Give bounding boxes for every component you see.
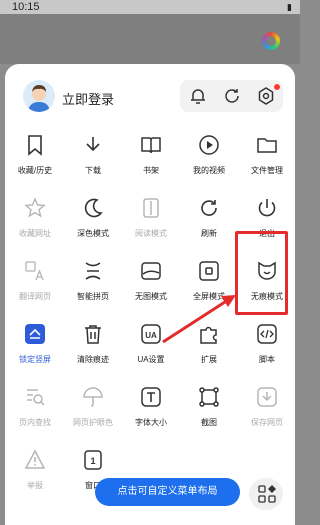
menu-item-label: 页内查找 (19, 418, 51, 427)
menu-item-download[interactable]: 下载 (63, 122, 121, 182)
refresh-arrow-icon[interactable] (222, 86, 242, 106)
menu-item-label: 下载 (85, 166, 101, 175)
grid-layout-icon (258, 485, 276, 503)
customize-layout-button[interactable]: 点击可自定义菜单布局 (95, 478, 240, 506)
trash-icon (85, 325, 101, 344)
moon-icon (84, 198, 103, 218)
menu-header: 立即登录 (5, 64, 295, 124)
merge-page-icon (85, 262, 101, 280)
menu-item-label: 我的视频 (193, 166, 225, 175)
menu-item-label: 文件管理 (251, 166, 283, 175)
header-actions (180, 80, 283, 112)
menu-item-folder[interactable]: 文件管理 (237, 122, 295, 182)
menu-item-save-page[interactable]: 保存网页 (237, 374, 295, 434)
browser-background (0, 14, 300, 64)
svg-text:1: 1 (90, 456, 95, 466)
folder-icon (257, 138, 277, 153)
menu-item-label: 收藏网址 (19, 229, 51, 238)
menu-item-label: 字体大小 (135, 418, 167, 427)
menu-item-fullscreen[interactable]: 全屏模式 (179, 248, 237, 308)
window-icon: 1 (84, 450, 102, 470)
menu-item-label: 脚本 (259, 355, 275, 364)
download-icon (86, 137, 100, 152)
play-icon (199, 135, 219, 155)
menu-item-label: 无图模式 (135, 292, 167, 301)
menu-item-screenshot[interactable]: 截图 (179, 374, 237, 434)
save-page-icon (257, 387, 277, 407)
menu-item-label: 智能拼页 (77, 292, 109, 301)
menu-item-play[interactable]: 我的视频 (179, 122, 237, 182)
notification-dot (274, 84, 280, 90)
menu-item-moon[interactable]: 深色模式 (63, 185, 121, 245)
menu-item-label: 深色模式 (77, 229, 109, 238)
layout-grid-button[interactable] (249, 478, 283, 510)
menu-item-trash[interactable]: 清除痕迹 (63, 311, 121, 371)
book-icon (141, 137, 161, 154)
menu-item-script[interactable]: 脚本 (237, 311, 295, 371)
menu-item-label: 网页护眼色 (73, 418, 113, 427)
menu-item-umbrella[interactable]: 网页护眼色 (63, 374, 121, 434)
menu-item-book[interactable]: 书架 (121, 122, 179, 182)
power-icon (258, 199, 276, 217)
star-icon (24, 197, 46, 218)
menu-item-label: 清除痕迹 (77, 355, 109, 364)
menu-item-lock-portrait[interactable]: 锁定竖屏 (5, 311, 63, 371)
menu-item-font-size[interactable]: 字体大小 (121, 374, 179, 434)
screenshot-icon (199, 387, 219, 407)
font-size-icon (141, 387, 161, 407)
menu-item-label: 扩展 (201, 355, 217, 364)
menu-item-label: 阅读模式 (135, 229, 167, 238)
menu-item-ua[interactable]: UA UA设置 (121, 311, 179, 371)
translate-icon (25, 261, 44, 281)
find-in-page-icon (27, 389, 45, 406)
menu-item-puzzle[interactable]: 扩展 (179, 311, 237, 371)
menu-item-merge-page[interactable]: 智能拼页 (63, 248, 121, 308)
menu-item-label: 刷新 (201, 229, 217, 238)
login-link[interactable]: 立即登录 (62, 89, 114, 108)
menu-item-find-in-page[interactable]: 页内查找 (5, 374, 63, 434)
menu-item-label: 全屏模式 (193, 292, 225, 301)
menu-item-label: UA设置 (137, 355, 165, 364)
ua-icon: UA (141, 324, 161, 344)
menu-item-label: 翻译网页 (19, 292, 51, 301)
menu-item-no-image[interactable]: 无图模式 (121, 248, 179, 308)
no-image-icon (141, 262, 161, 280)
menu-item-reader[interactable]: 阅读模式 (121, 185, 179, 245)
menu-item-refresh[interactable]: 刷新 (179, 185, 237, 245)
menu-item-translate[interactable]: 翻译网页 (5, 248, 63, 308)
battery-icon: ▮ (287, 2, 292, 12)
menu-item-label: 书架 (143, 166, 159, 175)
umbrella-icon (83, 387, 103, 407)
svg-text:UA: UA (145, 331, 157, 340)
menu-sheet: 立即登录 收藏/历史 下载 书架 我的视频 文件管理 收藏网址 深色模式 阅读模式 刷新 退出 翻译… (5, 64, 295, 525)
avatar[interactable] (23, 80, 55, 112)
menu-item-report[interactable]: 举报 (5, 437, 63, 497)
report-icon (24, 449, 46, 469)
fullscreen-icon (199, 261, 219, 281)
highlight-box (235, 231, 288, 315)
menu-item-label: 截图 (201, 418, 217, 427)
menu-item-bookmark[interactable]: 收藏/历史 (5, 122, 63, 182)
settings-icon[interactable] (256, 86, 276, 106)
menu-item-label: 锁定竖屏 (19, 355, 51, 364)
reader-icon (143, 198, 159, 218)
color-wheel-icon[interactable] (262, 32, 280, 50)
bell-icon[interactable] (188, 86, 208, 106)
bookmark-icon (28, 135, 42, 156)
script-icon (257, 324, 277, 344)
refresh-icon (201, 200, 217, 216)
menu-item-label: 收藏/历史 (17, 166, 53, 175)
menu-item-star[interactable]: 收藏网址 (5, 185, 63, 245)
status-time: 10:15 (12, 1, 40, 13)
customize-layout-label: 点击可自定义菜单布局 (117, 486, 218, 497)
menu-item-label: 保存网页 (251, 418, 283, 427)
menu-item-label: 举报 (27, 481, 43, 490)
puzzle-icon (200, 326, 217, 344)
status-bar: 10:15 ▮ (0, 0, 300, 14)
lock-portrait-icon (25, 324, 45, 344)
